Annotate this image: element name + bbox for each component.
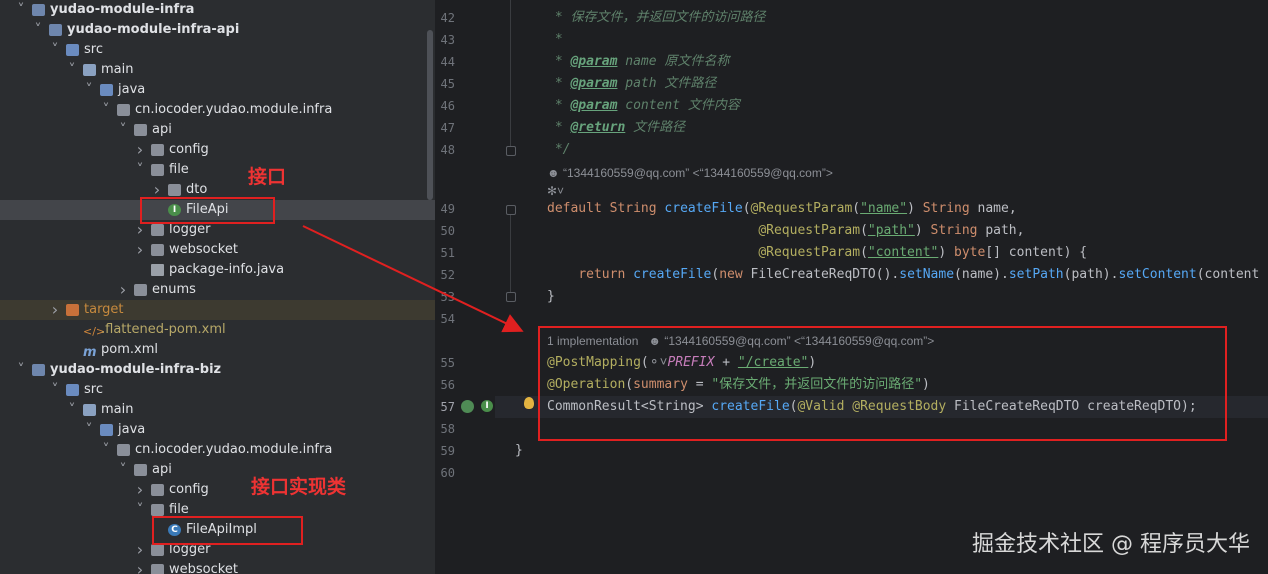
watermark: 掘金技术社区 @ 程序员大华 [972, 532, 1250, 557]
annotation-arrow [302, 225, 524, 333]
